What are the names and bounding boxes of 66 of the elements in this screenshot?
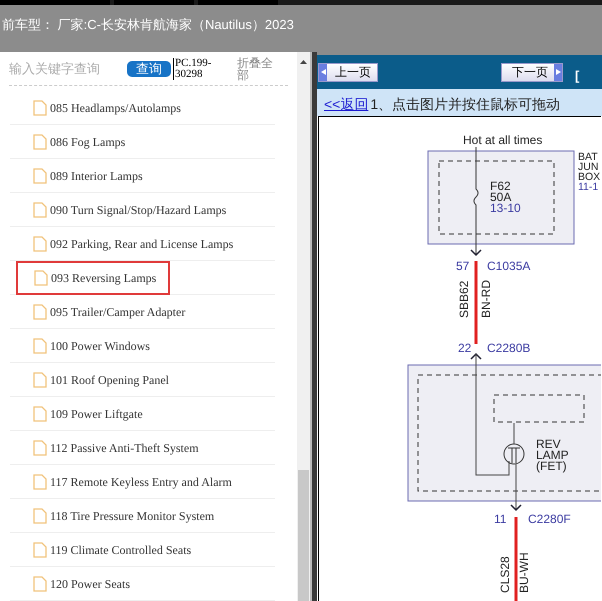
tree-item[interactable]: 101 Roof Opening Panel	[33, 370, 169, 388]
scroll-up-icon[interactable]	[300, 60, 308, 64]
lamp-symbol	[504, 444, 524, 464]
previous-page-button[interactable]: 上一页	[318, 62, 378, 82]
tree-item[interactable]: 118 Tire Pressure Monitor System	[33, 506, 214, 524]
document-icon	[33, 508, 47, 524]
pin-number: 22	[458, 341, 472, 355]
tree-item[interactable]: 100 Power Windows	[33, 336, 150, 354]
connector-label: C2280F	[528, 512, 571, 526]
supply-label: Hot at all times	[463, 133, 542, 147]
document-icon	[33, 202, 47, 218]
document-icon	[33, 100, 47, 116]
document-icon	[33, 542, 47, 558]
fuse-label: 50A	[490, 190, 512, 204]
tree-item[interactable]: 090 Turn Signal/Stop/Hazard Lamps	[33, 200, 226, 218]
next-page-button[interactable]: 下一页	[501, 62, 563, 82]
wire-color-label: BU-WH	[517, 552, 531, 593]
document-icon	[33, 304, 47, 320]
document-icon	[33, 236, 47, 252]
code-text: PC.199-30298	[173, 58, 219, 80]
tree-item[interactable]: 119 Climate Controlled Seats	[33, 540, 192, 558]
document-icon	[33, 372, 47, 388]
query-button[interactable]: 查询	[127, 60, 171, 76]
highlighted-tree-item[interactable]: 093 Reversing Lamps	[16, 260, 170, 294]
document-icon	[33, 134, 47, 150]
tree-item[interactable]: 112 Passive Anti-Theft System	[33, 438, 199, 456]
back-link[interactable]: <<返回	[324, 94, 368, 115]
document-icon	[33, 576, 47, 592]
junction-box-label: BOX	[578, 171, 600, 183]
junction-box-label: 11-1	[578, 181, 598, 193]
document-icon	[33, 406, 47, 422]
collapse-all-link[interactable]: 折叠全部	[237, 56, 277, 80]
lamp-label: LAMP	[536, 448, 569, 462]
wire-color-label: BN-RD	[479, 280, 493, 318]
tree-item[interactable]: 120 Power Seats	[33, 574, 130, 592]
fuse-label: 13-10	[490, 201, 521, 215]
document-icon	[33, 440, 47, 456]
tree-item[interactable]: 095 Trailer/Camper Adapter	[33, 302, 186, 320]
left-arrow-icon	[320, 69, 326, 76]
circuit-label: SBB62	[457, 280, 471, 318]
scrollbar-thumb[interactable]	[298, 470, 310, 601]
tree-item[interactable]: 117 Remote Keyless Entry and Alarm	[33, 472, 232, 490]
header-title: 前车型： 厂家:C-长安林肯航海家（Nautilus）2023	[2, 16, 294, 34]
tree-item[interactable]: 092 Parking, Rear and License Lamps	[33, 234, 234, 252]
toolbar-text: [	[575, 67, 580, 86]
right-arrow-icon	[556, 69, 560, 76]
search-field[interactable]: 输入关键字查询	[9, 58, 127, 78]
tree-item[interactable]: 109 Power Liftgate	[33, 404, 143, 422]
circuit-label: CLS28	[498, 556, 512, 593]
junction-box-label: BAT	[578, 151, 598, 163]
document-icon	[33, 474, 47, 490]
document-icon	[33, 168, 47, 184]
document-icon	[33, 338, 47, 354]
pin-number: 11	[494, 512, 506, 526]
connector-label: C1035A	[487, 259, 530, 273]
instruction-text: 1、点击图片并按住鼠标可拖动	[370, 94, 560, 114]
fuse-label: F62	[490, 179, 511, 193]
tree-item[interactable]: 089 Interior Lamps	[33, 166, 143, 184]
pin-number: 57	[456, 259, 470, 273]
document-icon	[34, 270, 48, 286]
junction-box-label: JUN	[578, 161, 598, 173]
lamp-label: REV	[536, 437, 561, 451]
connector-label: C2280B	[487, 341, 530, 355]
tree-item[interactable]: 085 Headlamps/Autolamps	[33, 98, 181, 116]
lamp-label: (FET)	[536, 459, 567, 473]
tree-item[interactable]: 086 Fog Lamps	[33, 132, 126, 150]
